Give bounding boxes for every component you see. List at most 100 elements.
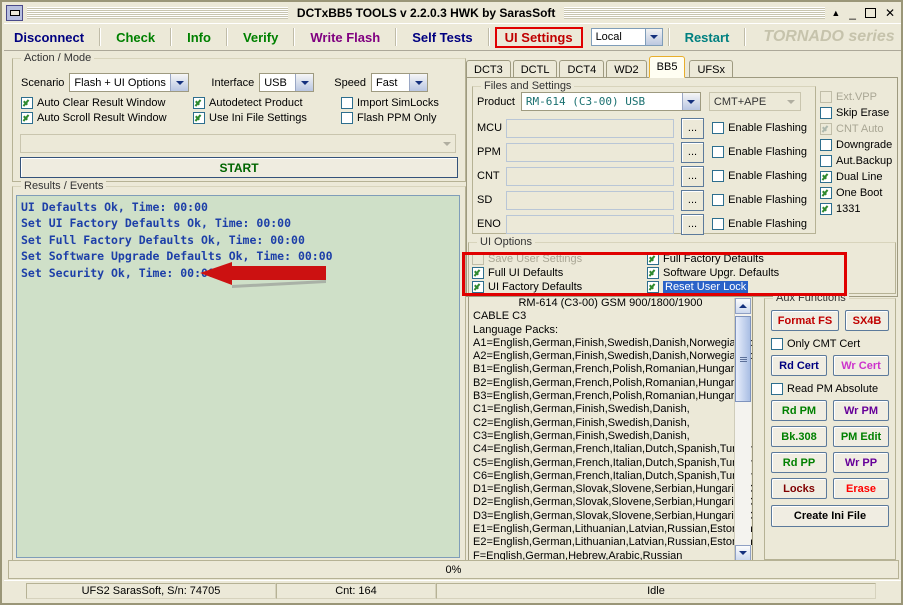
start-button[interactable]: START	[20, 157, 458, 178]
tab-dct4[interactable]: DCT4	[559, 60, 605, 78]
extra-options-combo[interactable]	[20, 134, 456, 153]
chevron-down-icon[interactable]	[781, 93, 800, 110]
scroll-up-button[interactable]	[735, 298, 751, 314]
aux-button-label: Rd PP	[782, 456, 816, 469]
checkbox-cnt-enable-flashing[interactable]: Enable Flashing	[712, 170, 807, 182]
title-grip-left	[27, 7, 288, 19]
maximize-button[interactable]	[864, 8, 876, 18]
format-fs-button[interactable]: Format FS	[771, 310, 839, 331]
toolbar-button-info[interactable]: Info	[177, 30, 221, 45]
sx4b-button[interactable]: SX4B	[845, 310, 889, 331]
mcu-browse-button[interactable]: ...	[680, 117, 705, 139]
scroll-down-button[interactable]	[735, 545, 751, 561]
info-line: E1=English,German,Lithuanian,Latvian,Rus…	[473, 523, 753, 536]
checkbox-sd-enable-flashing[interactable]: Enable Flashing	[712, 194, 807, 206]
system-menu-button[interactable]	[6, 5, 23, 21]
checkbox-only-cmt-cert[interactable]: Only CMT Cert	[771, 335, 889, 353]
tab-dct3[interactable]: DCT3	[466, 60, 511, 78]
rd-pp-button[interactable]: Rd PP	[771, 452, 827, 473]
sd-path-input[interactable]	[505, 190, 674, 210]
scenario-combo[interactable]: Flash + UI Options	[69, 73, 190, 92]
checkbox-icon	[341, 112, 353, 124]
info-line: C6=English,German,French,Italian,Dutch,S…	[473, 469, 753, 482]
checkbox-cnt-auto[interactable]: CNT Auto	[820, 121, 900, 137]
checkbox-import-simlocks[interactable]: Import SimLocks	[341, 97, 439, 109]
bk308-button[interactable]: Bk.308	[771, 426, 827, 447]
toolbar-button-verify[interactable]: Verify	[233, 30, 288, 45]
checkbox-save-user-settings[interactable]: Save User Settings	[472, 252, 652, 266]
tab-dctl[interactable]: DCTL	[512, 60, 558, 78]
checkbox-1331[interactable]: 1331	[820, 201, 900, 217]
sd-browse-button[interactable]: ...	[680, 189, 705, 211]
checkbox-label: Enable Flashing	[728, 122, 807, 134]
chevron-down-icon[interactable]	[170, 74, 189, 91]
tab-wd2[interactable]: WD2	[606, 60, 647, 78]
checkbox-ui-factory-defaults[interactable]: UI Factory Defaults	[472, 280, 652, 294]
cmt-ape-combo[interactable]: CMT+APE	[708, 92, 801, 111]
checkbox-auto-clear-result-window[interactable]: Auto Clear Result Window	[21, 97, 193, 109]
close-button[interactable]: ✕	[885, 7, 895, 19]
checkbox-software-upgr-defaults[interactable]: Software Upgr. Defaults	[647, 266, 837, 280]
eno-browse-button[interactable]: ...	[680, 213, 705, 235]
results-textarea[interactable]: UI Defaults Ok, Time: 00:00 Set UI Facto…	[16, 195, 460, 558]
rd-cert-button[interactable]: Rd Cert	[771, 355, 827, 376]
toolbar-button-ui-settings[interactable]: UI Settings	[494, 26, 583, 48]
mcu-path-input[interactable]	[505, 118, 674, 138]
toolbar-button-restart[interactable]: Restart	[675, 30, 740, 45]
toolbar-button-self-tests[interactable]: Self Tests	[402, 30, 482, 45]
checkbox-dual-line[interactable]: Dual Line	[820, 169, 900, 185]
tab-label: DCTL	[520, 63, 550, 76]
mode-combo-value: Local	[595, 31, 622, 43]
checkbox-ppm-enable-flashing[interactable]: Enable Flashing	[712, 146, 807, 158]
chevron-down-icon[interactable]	[409, 74, 428, 91]
cnt-path-input[interactable]	[505, 166, 674, 186]
chevron-down-icon[interactable]	[644, 29, 662, 45]
rd-pm-button[interactable]: Rd PM	[771, 400, 827, 421]
checkbox-skip-erase[interactable]: Skip Erase	[820, 105, 900, 121]
create-ini-file-button[interactable]: Create Ini File	[771, 505, 889, 527]
info-list-scrollbar[interactable]	[734, 298, 751, 561]
checkbox-auto-scroll-result-window[interactable]: Auto Scroll Result Window	[21, 112, 193, 124]
tab-bb5[interactable]: BB5	[648, 56, 686, 78]
checkbox-one-boot[interactable]: One Boot	[820, 185, 900, 201]
toolbar-button-disconnect[interactable]: Disconnect	[4, 30, 94, 45]
wr-pp-button[interactable]: Wr PP	[833, 452, 889, 473]
cnt-browse-button[interactable]: ...	[680, 165, 705, 187]
checkbox-read-pm-absolute[interactable]: Read PM Absolute	[771, 380, 889, 398]
tab-ufsx[interactable]: UFSx	[689, 60, 733, 78]
speed-combo[interactable]: Fast	[371, 73, 429, 92]
device-info-list[interactable]: RM-614 (C3-00) GSM 900/1800/1900 CABLE C…	[468, 296, 753, 563]
wr-cert-button[interactable]: Wr Cert	[833, 355, 889, 376]
checkbox-autodetect-product[interactable]: Autodetect Product	[193, 97, 341, 109]
locks-button[interactable]: Locks	[771, 478, 827, 499]
checkbox-flash-ppm-only[interactable]: Flash PPM Only	[341, 112, 436, 124]
checkbox-ext-vpp[interactable]: Ext.VPP	[820, 89, 900, 105]
checkbox-use-ini-file-settings[interactable]: Use Ini File Settings	[193, 112, 341, 124]
erase-button[interactable]: Erase	[833, 478, 889, 499]
mode-combo[interactable]: Local	[590, 28, 663, 46]
rollup-icon[interactable]: ▲	[831, 7, 840, 19]
minimize-button[interactable]: _	[849, 7, 856, 19]
chevron-down-icon[interactable]	[295, 74, 314, 91]
checkbox-aut-backup[interactable]: Aut.Backup	[820, 153, 900, 169]
checkbox-downgrade[interactable]: Downgrade	[820, 137, 900, 153]
chevron-down-icon[interactable]	[681, 93, 700, 110]
checkbox-eno-enable-flashing[interactable]: Enable Flashing	[712, 218, 807, 230]
chevron-down-icon[interactable]	[437, 135, 455, 152]
toolbar-button-write-flash[interactable]: Write Flash	[300, 30, 390, 45]
ppm-browse-button[interactable]: ...	[680, 141, 705, 163]
start-button-label: START	[219, 160, 259, 175]
wr-pm-button[interactable]: Wr PM	[833, 400, 889, 421]
product-combo[interactable]: RM-614 (C3-00) USB	[520, 92, 701, 111]
eno-path-input[interactable]	[505, 214, 674, 234]
checkbox-full-ui-defaults[interactable]: Full UI Defaults	[472, 266, 652, 280]
pm-edit-button[interactable]: PM Edit	[833, 426, 889, 447]
toolbar-button-check[interactable]: Check	[106, 30, 165, 45]
aux-button-label: Bk.308	[781, 430, 817, 443]
checkbox-mcu-enable-flashing[interactable]: Enable Flashing	[712, 122, 807, 134]
ppm-path-input[interactable]	[505, 142, 674, 162]
scroll-thumb[interactable]	[735, 316, 751, 402]
interface-combo[interactable]: USB	[259, 73, 315, 92]
checkbox-full-factory-defaults[interactable]: Full Factory Defaults	[647, 252, 837, 266]
checkbox-icon	[21, 97, 33, 109]
